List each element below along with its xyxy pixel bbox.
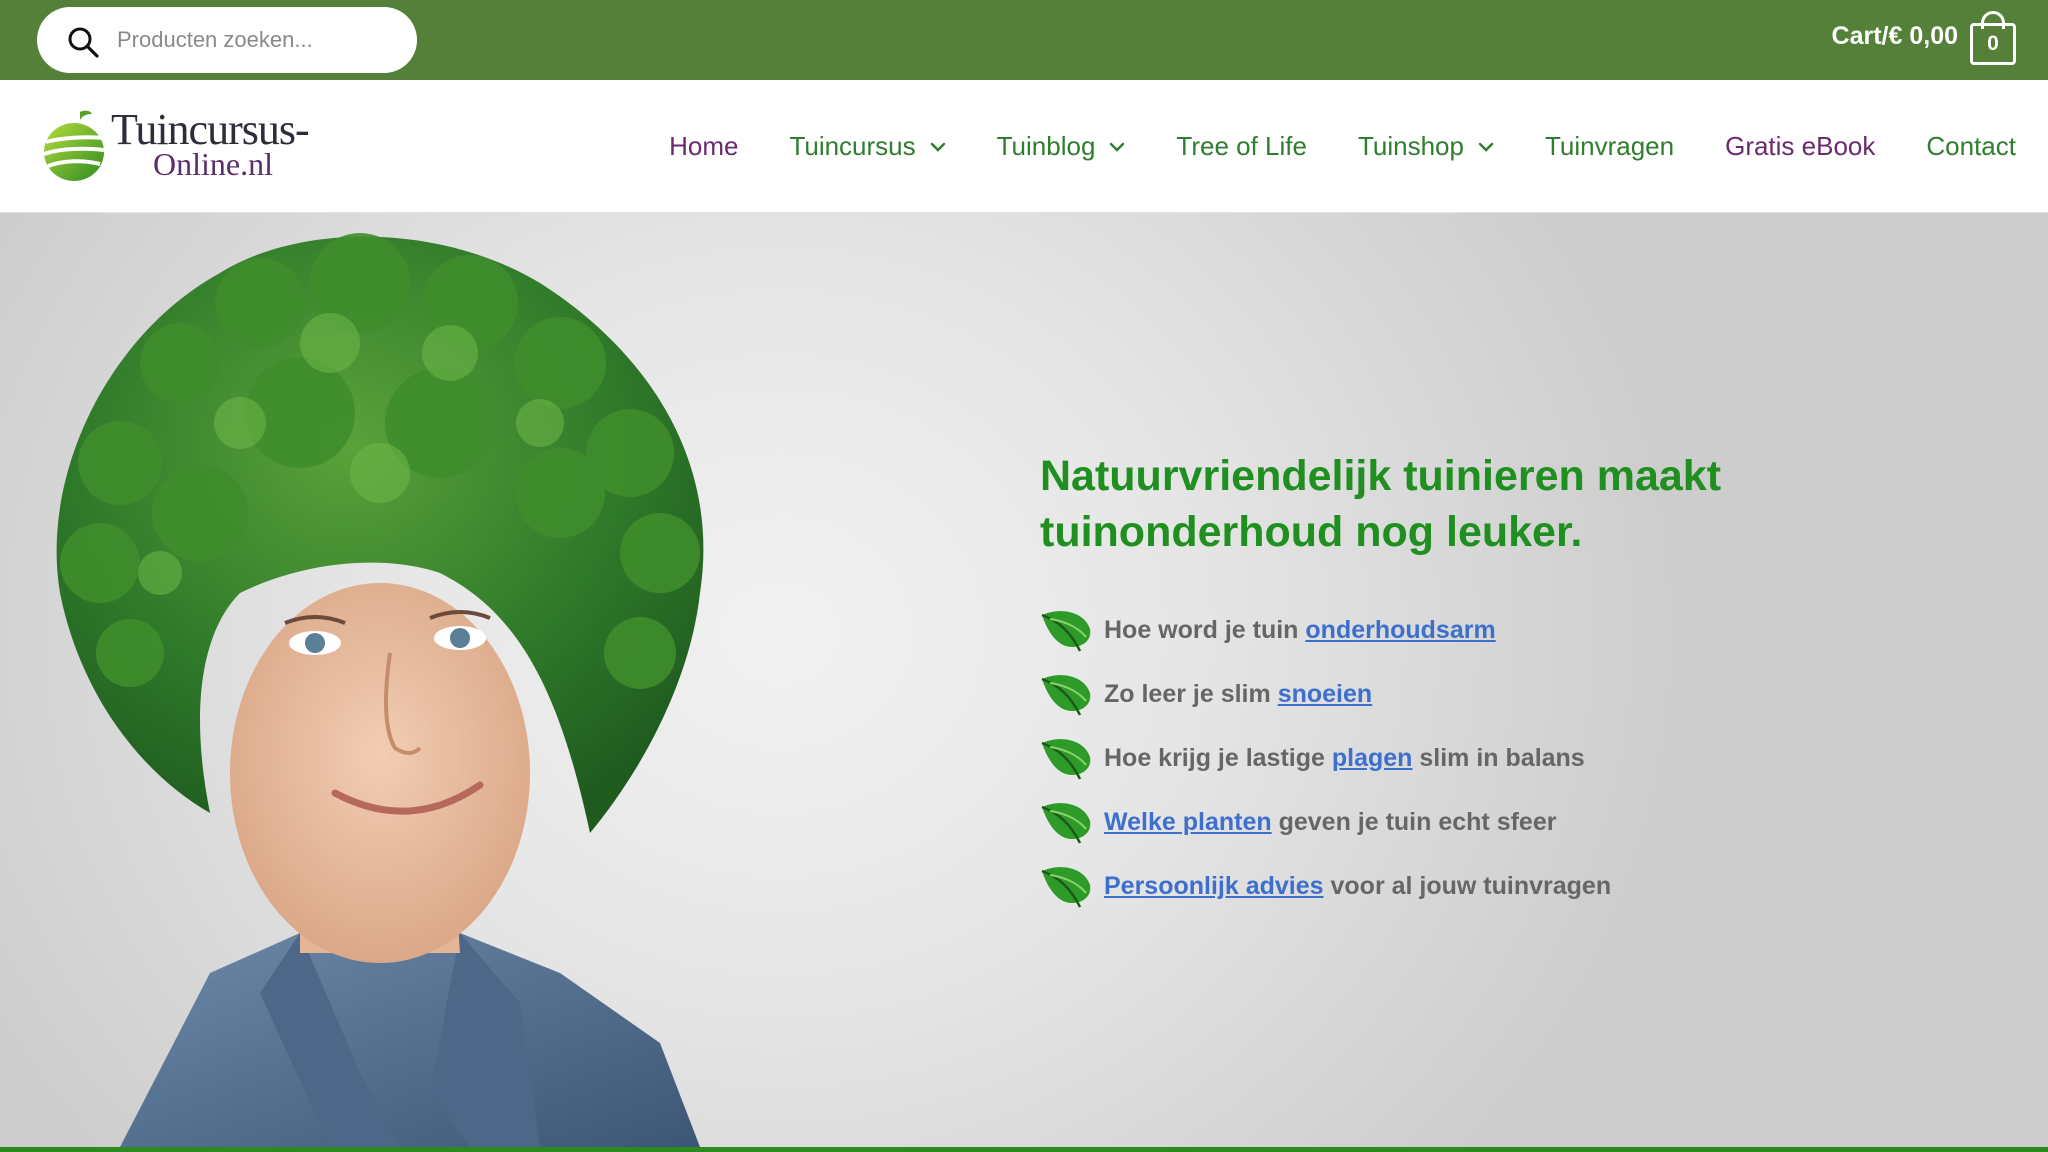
bullet-text: Hoe word je tuin: [1104, 615, 1306, 644]
leaf-icon: [1041, 739, 1091, 780]
site-logo[interactable]: Tuincursus- Online.nl: [40, 104, 310, 186]
cart-link[interactable]: Cart/€ 0,00 0: [1832, 6, 2016, 66]
nav-item-label[interactable]: Home: [669, 131, 738, 162]
hero-title-line2: tuinonderhoud nog leuker.: [1040, 508, 1583, 556]
nav-item-label[interactable]: Gratis eBook: [1725, 131, 1875, 162]
nav-item-label[interactable]: Tuinblog: [997, 131, 1096, 162]
list-item: Persoonlijk advies voor al jouw tuinvrag…: [1040, 854, 1940, 918]
nav-item-home[interactable]: Home: [669, 131, 738, 162]
bullet-text: Hoe krijg je lastige: [1104, 743, 1332, 772]
hero-bullet-list: Hoe word je tuin onderhoudsarm Zo leer j…: [1040, 598, 1940, 918]
site-header: Tuincursus- Online.nl Home Tuincursus Tu…: [0, 80, 2048, 213]
nav-item-gratis-ebook[interactable]: Gratis eBook: [1725, 131, 1875, 162]
top-bar: Cart/€ 0,00 0: [0, 0, 2048, 80]
list-item: Hoe krijg je lastige plagen slim in bala…: [1040, 726, 1940, 790]
leaf-icon: [1041, 611, 1091, 652]
bullet-link-persoonlijk-advies[interactable]: Persoonlijk advies: [1104, 872, 1324, 901]
hero-bottom-border: [0, 1147, 2048, 1152]
leaf-icon: [1041, 675, 1091, 716]
logo-text-line2: Online.nl: [153, 146, 273, 182]
chevron-down-icon[interactable]: [1109, 142, 1125, 152]
nav-item-contact[interactable]: Contact: [1926, 131, 2016, 162]
list-item: Welke planten geven je tuin echt sfeer: [1040, 790, 1940, 854]
bullet-text: Zo leer je slim: [1104, 679, 1278, 708]
bullet-link-welke-planten[interactable]: Welke planten: [1104, 808, 1272, 837]
search-input[interactable]: [117, 7, 397, 73]
bullet-link-snoeien[interactable]: snoeien: [1278, 680, 1372, 709]
nav-item-label[interactable]: Tree of Life: [1176, 131, 1307, 162]
nav-item-tuinshop[interactable]: Tuinshop: [1358, 131, 1494, 162]
chevron-down-icon[interactable]: [930, 142, 946, 152]
nav-item-tuinblog[interactable]: Tuinblog: [997, 131, 1126, 162]
search-box[interactable]: [37, 7, 417, 73]
hero-content: Natuurvriendelijk tuinieren maakt tuinon…: [1040, 448, 1940, 918]
bullet-link-onderhoudsarm[interactable]: onderhoudsarm: [1305, 616, 1495, 645]
list-item: Zo leer je slim snoeien: [1040, 662, 1940, 726]
hero-title-line1: Natuurvriendelijk tuinieren maakt: [1040, 452, 1722, 500]
hero-title: Natuurvriendelijk tuinieren maakt tuinon…: [1040, 448, 1940, 560]
chevron-down-icon[interactable]: [1478, 142, 1494, 152]
main-nav: Home Tuincursus Tuinblog Tree of Life Tu…: [618, 80, 2016, 213]
nav-item-label[interactable]: Tuinshop: [1358, 131, 1464, 162]
leaf-icon: [1041, 867, 1091, 908]
shopping-bag-icon[interactable]: 0: [1970, 11, 2016, 65]
bullet-text: voor al jouw tuinvragen: [1323, 871, 1612, 900]
list-item: Hoe word je tuin onderhoudsarm: [1040, 598, 1940, 662]
search-icon[interactable]: [67, 26, 99, 58]
nav-item-label[interactable]: Contact: [1926, 131, 2016, 162]
nav-item-tree-of-life[interactable]: Tree of Life: [1176, 131, 1307, 162]
bullet-text: slim in balans: [1412, 743, 1585, 772]
nav-item-label[interactable]: Tuinvragen: [1545, 131, 1674, 162]
bullet-link-plagen[interactable]: plagen: [1332, 744, 1413, 773]
nav-item-tuincursus[interactable]: Tuincursus: [789, 131, 945, 162]
leaf-icon: [1041, 803, 1091, 844]
apple-logo-icon: [43, 110, 105, 181]
hero-section: Natuurvriendelijk tuinieren maakt tuinon…: [0, 213, 2048, 1147]
nav-item-tuinvragen[interactable]: Tuinvragen: [1545, 131, 1674, 162]
cart-total-label[interactable]: Cart/€ 0,00: [1832, 22, 1958, 51]
woman-with-tree-hair-image: [56, 233, 704, 1147]
bullet-text: geven je tuin echt sfeer: [1271, 807, 1557, 836]
cart-count-badge: 0: [1970, 23, 2016, 65]
nav-item-label[interactable]: Tuincursus: [789, 131, 915, 162]
